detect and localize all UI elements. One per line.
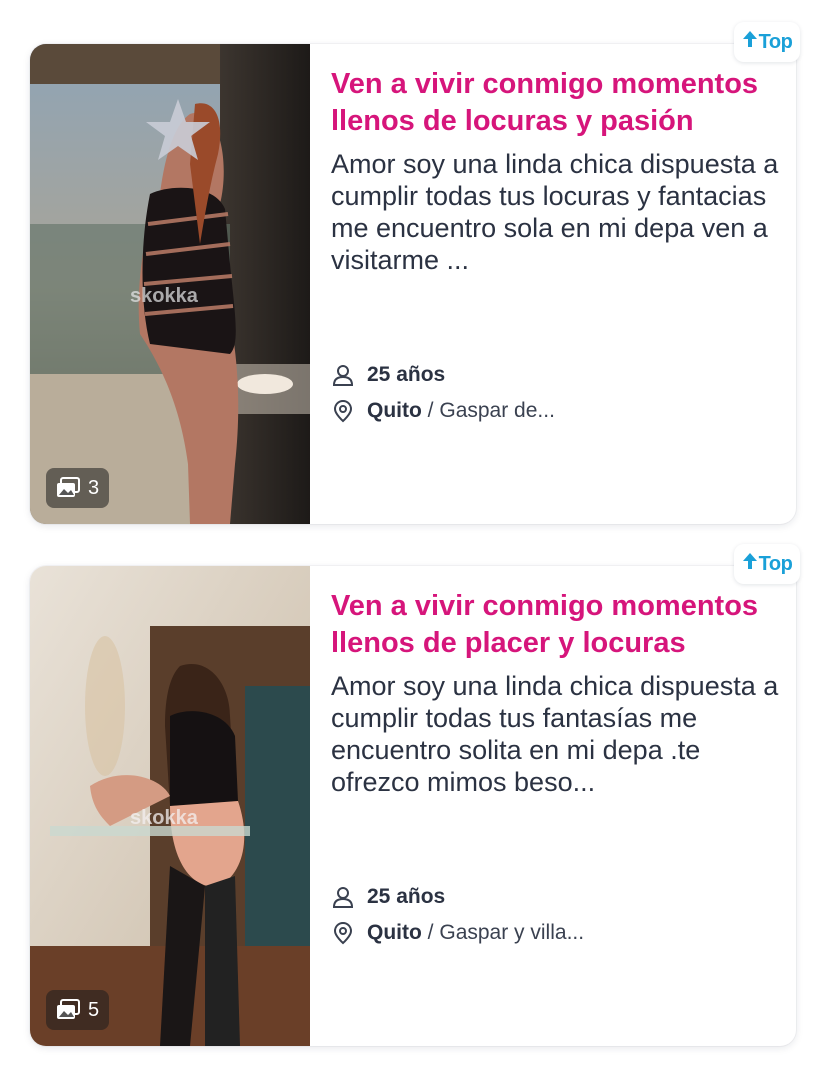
image-gallery-icon bbox=[56, 999, 80, 1021]
image-gallery-icon bbox=[56, 477, 80, 499]
listing-description: Amor soy una linda chica dispuesta a cum… bbox=[331, 671, 779, 797]
location-separator: / bbox=[427, 921, 434, 944]
listing-photo-image: skokka bbox=[30, 44, 310, 524]
person-icon bbox=[331, 363, 355, 387]
arrow-up-icon bbox=[742, 30, 758, 54]
person-icon bbox=[331, 885, 355, 909]
location-area: Gaspar y villa... bbox=[439, 921, 585, 944]
age-row: 25 años bbox=[331, 358, 771, 392]
top-badge: Top bbox=[734, 544, 800, 584]
listing-feed: skokka 3 Top Ven a vivir conmigo momento… bbox=[0, 0, 828, 1079]
location-row: Quito / Gaspar y villa... bbox=[331, 916, 771, 950]
location-city: Quito bbox=[367, 399, 422, 422]
listing-title[interactable]: Ven a vivir conmigo momentos llenos de l… bbox=[331, 66, 781, 140]
listing-title[interactable]: Ven a vivir conmigo momentos llenos de p… bbox=[331, 588, 781, 662]
listing-description: Amor soy una linda chica dispuesta a cum… bbox=[331, 149, 779, 275]
watermark-text: skokka bbox=[130, 807, 199, 829]
top-badge-label: Top bbox=[758, 552, 793, 575]
age-row: 25 años bbox=[331, 880, 771, 914]
top-badge: Top bbox=[734, 22, 800, 62]
location-row: Quito / Gaspar de... bbox=[331, 394, 771, 428]
location-separator: / bbox=[427, 399, 434, 422]
location-area: Gaspar de... bbox=[439, 399, 555, 422]
listing-card[interactable]: skokka 3 Top Ven a vivir conmigo momento… bbox=[30, 22, 800, 524]
photo-count-badge: 5 bbox=[46, 990, 110, 1030]
location-city: Quito bbox=[367, 921, 422, 944]
map-pin-icon bbox=[331, 399, 355, 423]
map-pin-icon bbox=[331, 921, 355, 945]
age-value: 25 años bbox=[367, 363, 446, 386]
photo-count-value: 5 bbox=[88, 998, 100, 1021]
listing-card[interactable]: skokka 5 Top Ven a vivir conmigo momento… bbox=[30, 544, 800, 1046]
watermark-text: skokka bbox=[130, 285, 199, 307]
arrow-up-icon bbox=[742, 552, 758, 576]
photo-count-badge: 3 bbox=[46, 468, 110, 508]
age-value: 25 años bbox=[367, 885, 446, 908]
top-badge-label: Top bbox=[758, 30, 793, 53]
photo-count-value: 3 bbox=[88, 476, 100, 499]
listing-photo[interactable]: skokka 3 bbox=[30, 44, 310, 524]
listing-photo-image: skokka bbox=[30, 566, 310, 1046]
listing-photo[interactable]: skokka 5 bbox=[30, 566, 310, 1046]
